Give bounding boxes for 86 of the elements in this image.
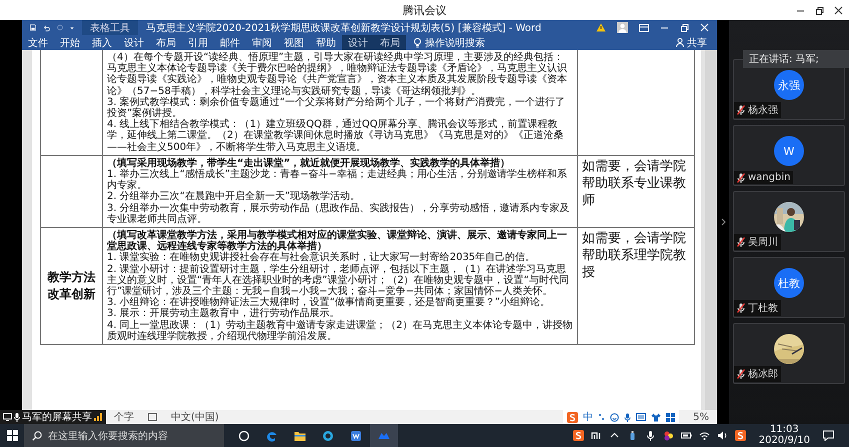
section-instruction: （填写改革课堂教学方法，采用与教学模式相对应的课堂实验、课堂辩论、演讲、展示、邀请专家同上一堂思政课、远程连线专家等教学方法的具体举措） <box>107 230 568 252</box>
undo-icon[interactable] <box>43 23 50 32</box>
signal-icon <box>94 413 103 421</box>
color-dots-icon[interactable] <box>662 430 674 441</box>
close-icon[interactable] <box>834 6 843 14</box>
restore-icon[interactable] <box>815 6 824 14</box>
wifi-icon[interactable] <box>698 430 710 441</box>
list-item: 1. 举办三次线上“感悟成长”主题沙龙：青春−奋斗−幸福；走进经典；用心生活，分别邀请学生榜样和系内专家。 <box>107 169 568 192</box>
participant-name: 杨永强 <box>748 104 778 117</box>
avatar: 杜教 <box>774 268 804 298</box>
punctuation-icon[interactable] <box>598 413 606 421</box>
context-tab-label: 表格工具 <box>82 20 138 35</box>
edge-browser-icon[interactable] <box>266 430 278 442</box>
ribbon-tab[interactable]: 设计 <box>118 35 150 50</box>
search-box[interactable]: 操作说明搜索 <box>414 36 485 50</box>
ribbon-tab[interactable]: 审阅 <box>246 35 278 50</box>
proofing-icon[interactable] <box>148 413 157 421</box>
speaking-indicator: 正在讲话: 马军; <box>743 50 849 68</box>
search-field[interactable]: 在这里输入你要搜索的内容 <box>24 424 224 447</box>
windows-icon[interactable] <box>6 430 18 441</box>
folder-icon[interactable] <box>294 430 306 442</box>
search-icon <box>32 430 42 440</box>
avatar: W <box>774 136 804 166</box>
list-item: 4. 同上一堂思政课：（1）劳动主题教育中邀请专家走进课堂；（2）在马克思主义本体论专题中，讲授物质观时连线理学院教授，介绍现代物理学前沿发展。 <box>107 320 573 342</box>
caret-icon[interactable] <box>70 24 74 30</box>
ribbon-display-icon[interactable] <box>639 24 649 32</box>
participant-name: wangbin <box>748 172 790 183</box>
window-title: 马克思主义学院2020-2021秋学期思政课改革创新教学设计规划表(5) [兼容模式] - Word <box>145 22 542 34</box>
window-title: 腾讯会议 <box>402 2 446 18</box>
share-button[interactable]: 共享 <box>676 36 717 50</box>
ribbon-tab[interactable]: 布局 <box>150 35 182 50</box>
keyboard-icon[interactable] <box>636 413 646 421</box>
ribbon-tab[interactable]: 视图 <box>278 35 310 50</box>
list-item: 3. 小组辩论：在讲授唯物辩证法三大规律时，设置“做事情商更重要，还是智商更重要？”小组辩论。 <box>107 297 552 308</box>
list-item: 1. 课堂实验：在唯物史观讲授社会存在与社会意识关系时，让大家写一封寄给2035年自己的信。 <box>107 252 536 264</box>
sogou-icon[interactable] <box>572 430 584 441</box>
circle-icon[interactable] <box>238 430 250 442</box>
list-item: 3. 分组举办一次集中劳动教育，展示劳动作品（思政作品、实践报告），分享劳动感悟，邀请系内专家及专业课老师共同点评。 <box>107 202 571 226</box>
ime-mode[interactable]: 中 <box>583 410 594 424</box>
ribbon-tab[interactable]: 布局 <box>374 35 406 50</box>
ribbon-tab[interactable]: 插入 <box>86 35 118 50</box>
avatar: 永强 <box>774 70 804 100</box>
list-item: 2. 分组举办三次“在晨跑中开启全新一天”现场教学活动。 <box>107 191 362 202</box>
lightbulb-icon <box>414 38 421 48</box>
microphone-icon[interactable] <box>644 430 656 441</box>
zoom-level[interactable]: 5% <box>693 412 717 422</box>
ribbon-tab[interactable]: 引用 <box>182 35 214 50</box>
list-item: （4）在每个专题开设“读经典、悟原理”主题，引导大家在研读经典中学习原理，主要涉及的经典包括：马克思主义本体论专题导读《关于费尔巴哈的提纲》，唯物辩证法专题导读《矛盾论》，马克思主义认识论专题导读《实践论》，唯物史观专题导论《共产党宣言》，资本主义本质及其发展阶段专题导读《资本论》（57−58手稿），科学社会主义理论与实践研究专题，导读《哥达纲领批判》。 <box>107 52 568 97</box>
grid-icon[interactable] <box>666 412 676 422</box>
ribbon-tab[interactable]: 邮件 <box>214 35 246 50</box>
participant-name: 杨冰郎 <box>748 368 778 381</box>
screen-icon <box>3 413 12 421</box>
shirt-icon[interactable] <box>651 412 662 422</box>
list-item: 4. 线上线下相结合教学模式：（1）建立班级QQ群，通过QQ屏幕分享、腾讯会议等形式，前置课程教学，延伸线上第二课堂。（2）在课堂教学课间休息时播放《寻访马克思》《马克思是对的》《正道沧桑——社会主义500年》，不断将学生带入马克思主义语境。 <box>107 119 564 153</box>
ribbon-tab[interactable]: 帮助 <box>310 35 342 50</box>
word-count: 个字 <box>114 410 134 424</box>
participant-name: 丁杜教 <box>748 302 778 315</box>
notification-icon[interactable] <box>823 430 834 441</box>
ribbon-tab[interactable]: 文件 <box>22 35 54 50</box>
battery-icon[interactable] <box>680 430 692 441</box>
sogou-icon[interactable] <box>734 430 746 441</box>
ribbon-tab[interactable]: 开始 <box>54 35 86 50</box>
save-icon[interactable] <box>30 23 36 32</box>
speaker-icon[interactable] <box>716 430 728 441</box>
chevron-right-icon[interactable] <box>720 218 726 226</box>
person-icon <box>676 38 684 47</box>
row-label: 教学方法改革创新 <box>47 269 96 304</box>
clock-date[interactable]: 2020/9/10 <box>758 436 810 446</box>
clock-time[interactable]: 11:03 <box>770 425 799 436</box>
list-item: 2. 课堂小研讨：提前设置研讨主题，学生分组研讨，老师点评，包括以下主题，（1）在讲述学习马克思主义的意义时，设置“青年人在选择职业时的考虑”课堂小研讨；（2）在唯物史观专题中，设置“与时代同行”课堂研讨，涉及三个主题：无我−自我−小我−大我；奋斗−竞争−共同体；家国情怀−人类关怀。 <box>107 264 570 298</box>
note-text: 如需要，会请学院帮助联系理学院教授 <box>582 231 686 280</box>
warning-icon[interactable] <box>596 23 606 32</box>
chat-bubble-icon[interactable] <box>322 430 334 442</box>
emoji-icon[interactable] <box>610 412 620 422</box>
participant-name: 吴周川 <box>748 236 778 249</box>
mi-logo-icon[interactable] <box>590 430 602 441</box>
list-item: 3. 案例式教学模式：剩余价值专题通过“一个父亲将财产分给两个儿子，一个将财产消费完，一个进行了投资”案例讲授。 <box>107 96 566 120</box>
language-indicator[interactable]: 中文(中国) <box>171 410 219 424</box>
screen-share-label: 马军的屏幕共享 <box>22 410 92 424</box>
section-instruction: （填写采用现场教学，带学生“走出课堂”，就近就便开展现场教学、实践教学的具体举措） <box>107 158 512 169</box>
document-icon[interactable] <box>350 430 362 442</box>
list-item: 3. 展示：开展劳动主题教育中，进行劳动作品展示。 <box>107 308 341 320</box>
scrollbar[interactable] <box>705 50 717 410</box>
microphone-icon <box>14 412 20 422</box>
ribbon-tab[interactable]: 设计 <box>342 35 374 50</box>
note-text: 如需要，会请学院帮助联系专业课教师 <box>582 158 686 208</box>
